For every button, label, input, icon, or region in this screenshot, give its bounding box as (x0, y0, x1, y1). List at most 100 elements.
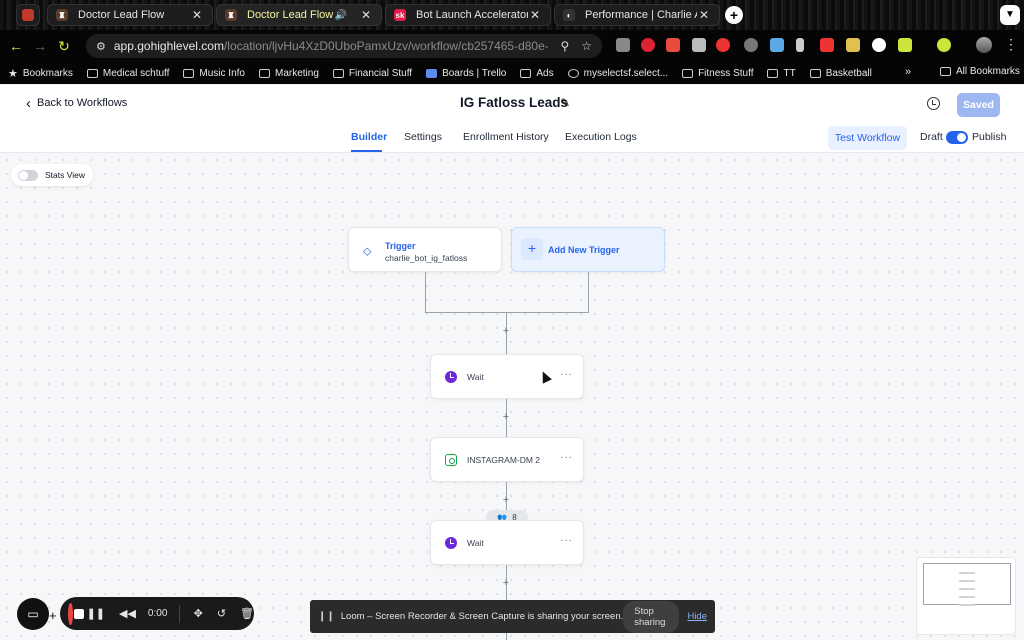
bookmark-label: Music Info (199, 67, 245, 79)
bookmark-folder[interactable]: Fitness Stuff (682, 68, 753, 79)
more-bookmarks-chevron[interactable]: » (905, 66, 911, 78)
connector-line (425, 272, 426, 312)
bookmark-folder[interactable]: TT (767, 68, 796, 79)
trash-icon[interactable]: 🗑 (240, 607, 254, 620)
history-extension-icon[interactable] (937, 38, 951, 52)
tab-search-button[interactable]: ▼ (1000, 5, 1020, 25)
loom-add-icon[interactable]: + (49, 608, 57, 623)
connector-line (425, 312, 589, 313)
speaker-icon[interactable]: 🔊 (335, 10, 347, 21)
site-info-icon[interactable]: ⚙ (96, 40, 106, 53)
bookmark-folder[interactable]: Medical schtuff (86, 68, 169, 79)
drawing-tool-icon[interactable]: ✥ (194, 607, 203, 620)
saved-button[interactable]: Saved (957, 93, 1000, 117)
pinned-tab[interactable] (16, 4, 40, 26)
extension-icon[interactable] (796, 38, 804, 52)
tab-title: Bot Launch Accelerator (416, 9, 528, 21)
add-step-plus[interactable]: + (501, 494, 511, 506)
tab-settings[interactable]: Settings (404, 131, 442, 143)
toggle-switch[interactable] (18, 169, 38, 181)
forward-arrow-icon[interactable]: → (28, 38, 52, 54)
close-tab-icon[interactable]: ✕ (359, 8, 373, 22)
extension-icon[interactable] (692, 38, 706, 52)
stop-sharing-button[interactable]: Stop sharing (623, 600, 680, 633)
rewind-icon[interactable]: ◀◀ (119, 607, 136, 620)
more-options-icon[interactable]: ··· (560, 369, 573, 380)
connector-line (588, 272, 589, 312)
more-options-icon[interactable]: ··· (560, 535, 573, 546)
minimap-node (959, 596, 975, 598)
restart-icon[interactable]: ↺ (217, 607, 226, 620)
workflow-title: IG Fatloss Leads (460, 95, 569, 110)
bookmark-label: Fitness Stuff (698, 67, 754, 79)
add-new-trigger-button[interactable]: + Add New Trigger (511, 227, 665, 272)
minimap-node (959, 604, 975, 606)
zoom-search-icon[interactable]: ⚲ (560, 39, 569, 53)
stop-recording-button[interactable] (68, 602, 83, 625)
bookmark-star-icon[interactable]: ☆ (581, 39, 592, 53)
bookmark-folder[interactable]: Marketing (258, 68, 319, 79)
extension-icon[interactable] (872, 38, 886, 52)
edit-title-pencil-icon[interactable]: ✎ (560, 96, 570, 110)
loom-camera-button[interactable]: ▭ (17, 598, 49, 630)
add-step-plus[interactable]: + (501, 411, 511, 423)
version-history-icon[interactable] (927, 97, 940, 110)
bookmark-folder[interactable]: Ads (520, 68, 554, 79)
bookmark-item[interactable]: myselectsf.select... (567, 68, 668, 79)
wait-step-node[interactable]: Wait ··· (430, 520, 584, 565)
extension-icon[interactable] (846, 38, 860, 52)
instagram-dm-step-node[interactable]: INSTAGRAM-DM 2 ··· (430, 437, 584, 482)
tab-builder[interactable]: Builder (351, 131, 387, 143)
stats-view-toggle[interactable]: Stats View (11, 164, 93, 186)
extension-icon[interactable] (744, 38, 758, 52)
charlie-favicon: ◐ (563, 9, 575, 21)
workflow-canvas[interactable]: Stats View ⬦ Trigger charlie_bot_ig_fatl… (0, 153, 1024, 640)
extension-icon[interactable] (770, 38, 784, 52)
close-tab-icon[interactable]: ✕ (697, 8, 711, 22)
extensions-puzzle-icon[interactable] (898, 38, 912, 52)
folder-icon (520, 68, 532, 78)
hide-link[interactable]: Hide (687, 611, 707, 622)
add-step-plus[interactable]: + (501, 577, 511, 589)
tab-bot-launch-accelerator[interactable]: sk Bot Launch Accelerator ✕ (385, 4, 551, 26)
bookmark-item[interactable]: ★ Bookmarks (8, 67, 73, 80)
extension-icon[interactable] (716, 38, 730, 52)
add-step-plus[interactable]: + (501, 325, 511, 337)
tab-doctor-lead-flow-2[interactable]: ♜ Doctor Lead Flow 🔊 ✕ (216, 4, 382, 26)
back-arrow-icon[interactable]: ← (4, 38, 28, 54)
reload-icon[interactable]: ↻ (52, 38, 76, 55)
tab-doctor-lead-flow-1[interactable]: ♜ Doctor Lead Flow ✕ (47, 4, 213, 26)
bookmark-item[interactable]: Boards | Trello (426, 68, 506, 79)
chrome-menu-icon[interactable]: ⋮ (1004, 36, 1018, 53)
bookmark-folder[interactable]: Financial Stuff (332, 68, 412, 79)
test-workflow-button[interactable]: Test Workflow (828, 126, 907, 150)
canvas-minimap[interactable] (916, 557, 1016, 635)
minimap-viewport[interactable] (923, 563, 1011, 605)
tab-execution-logs[interactable]: Execution Logs (565, 131, 637, 143)
bookmarks-bar: ★ Bookmarks Medical schtuff Music Info Ma… (0, 62, 1024, 84)
bookmark-folder[interactable]: Basketball (809, 68, 872, 79)
tab-performance-charlie-ai[interactable]: ◐ Performance | Charlie AI ✕ (554, 4, 720, 26)
close-tab-icon[interactable]: ✕ (190, 8, 204, 22)
extension-icon[interactable] (616, 38, 630, 52)
close-tab-icon[interactable]: ✕ (528, 8, 542, 22)
extension-icon[interactable] (820, 38, 834, 52)
drag-handle-icon[interactable]: ❙❙ (318, 611, 335, 622)
new-tab-button[interactable]: + (725, 6, 743, 24)
publish-toggle[interactable] (946, 131, 968, 144)
more-options-icon[interactable]: ··· (560, 452, 573, 463)
sk-favicon: sk (394, 9, 406, 21)
trigger-node[interactable]: ⬦ Trigger charlie_bot_ig_fatloss (348, 227, 502, 272)
back-to-workflows-link[interactable]: ‹ Back to Workflows (26, 96, 127, 111)
bookmark-folder[interactable]: Music Info (183, 68, 245, 79)
all-bookmarks-folder[interactable]: All Bookmarks (940, 66, 1020, 77)
pause-icon[interactable]: ❚❚ (87, 607, 105, 620)
tab-enrollment-history[interactable]: Enrollment History (463, 131, 549, 143)
extension-icon[interactable] (641, 38, 655, 52)
wait-step-node[interactable]: Wait ··· (430, 354, 584, 399)
profile-avatar[interactable] (976, 37, 992, 53)
workflow-header: ‹ Back to Workflows IG Fatloss Leads ✎ S… (0, 85, 1024, 123)
minimap-node (959, 580, 975, 582)
extension-icon[interactable] (666, 38, 680, 52)
address-bar[interactable]: ⚙ app.gohighlevel.com/location/ljvHu4XzD… (86, 34, 602, 58)
